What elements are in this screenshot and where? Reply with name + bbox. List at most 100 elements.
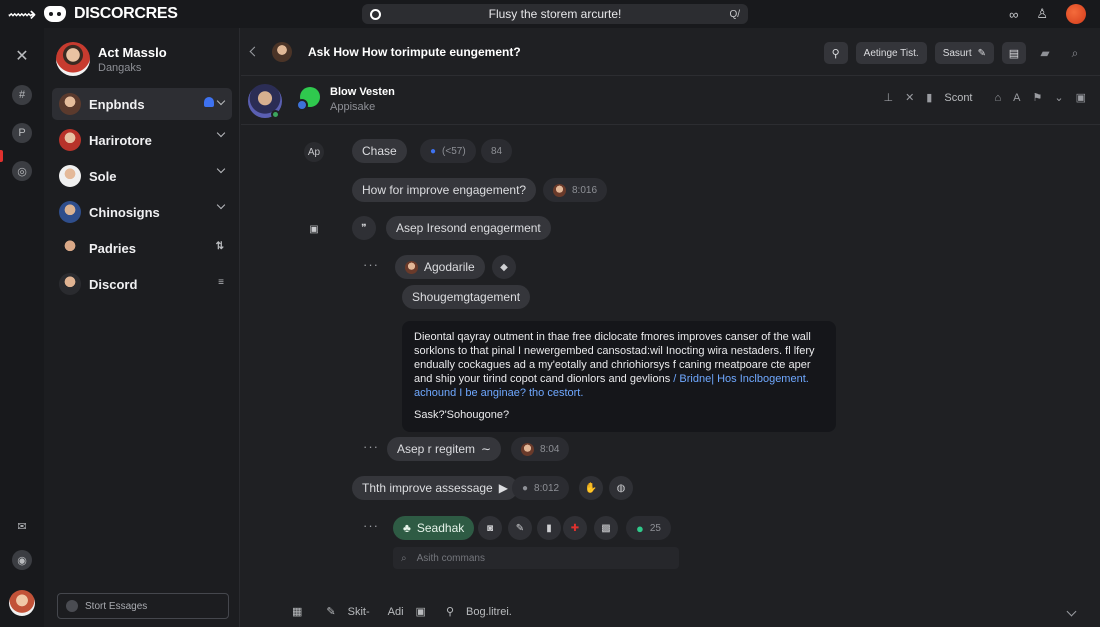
start-messages-box[interactable]: Stort Essages bbox=[57, 593, 229, 619]
chart-icon[interactable]: ▮ bbox=[537, 516, 561, 540]
headset-icon[interactable]: ◎ bbox=[12, 161, 32, 181]
blog-button[interactable]: Bog.litrei. bbox=[466, 606, 512, 618]
profile-avatar[interactable] bbox=[1066, 4, 1086, 24]
close-icon[interactable]: ✕ bbox=[905, 91, 914, 104]
user-status: Dangaks bbox=[98, 61, 142, 74]
pin-icon: ⚲ bbox=[445, 606, 454, 618]
improve-chip[interactable]: Thth improve assessage ▶ bbox=[352, 476, 518, 500]
link-icon[interactable]: ∞ bbox=[1009, 7, 1018, 22]
back-icon[interactable] bbox=[249, 46, 260, 57]
chevron-down-icon bbox=[216, 200, 226, 210]
channel-label: Sole bbox=[89, 168, 117, 184]
channel-item-sole[interactable]: Sole bbox=[52, 160, 232, 192]
channel-avatar bbox=[59, 237, 81, 259]
bubble-signature: Sask?'Sohougone? bbox=[414, 409, 510, 421]
feedback-label: Seadhak bbox=[416, 521, 465, 535]
channel-item-padries[interactable]: Padries ⇅ bbox=[52, 232, 232, 264]
chevron-down-icon bbox=[216, 96, 226, 105]
channel-item-discord[interactable]: Discord ≡ bbox=[52, 268, 232, 300]
bubble-link[interactable]: / Bridne| Hos Inclbogement. bbox=[673, 373, 809, 385]
channel-avatar bbox=[59, 93, 81, 115]
rail-user-avatar[interactable] bbox=[9, 590, 35, 616]
image-icon[interactable]: ▣ bbox=[416, 605, 426, 618]
search-bar[interactable]: Flusy the storem arcurte! Q/ bbox=[362, 4, 748, 24]
more-icon[interactable]: ··· bbox=[363, 257, 379, 272]
pen-icon[interactable]: ✎ bbox=[508, 516, 532, 540]
user-icon[interactable]: ♙ bbox=[1036, 6, 1048, 22]
menu-icon: ≡ bbox=[218, 277, 224, 288]
channel-item-chinosigns[interactable]: Chinosigns bbox=[52, 196, 232, 228]
question-chip[interactable]: How for improve engagement? bbox=[352, 178, 537, 202]
add-icon[interactable]: ✚ bbox=[563, 516, 587, 540]
chase-label: Chase bbox=[362, 144, 397, 158]
adi-button[interactable]: Adi bbox=[388, 606, 404, 618]
user-header[interactable]: Act Masslo Dangaks bbox=[56, 42, 167, 76]
thumbs-icon[interactable]: ✋ bbox=[579, 476, 603, 500]
chase-meta-chip[interactable]: ● (<57) bbox=[420, 139, 476, 163]
settings-list-button[interactable]: Aetinge Tist. bbox=[855, 42, 927, 64]
more-icon[interactable]: ··· bbox=[363, 439, 379, 454]
count: 25 bbox=[649, 522, 661, 534]
font-icon[interactable]: A bbox=[1013, 92, 1020, 104]
bubble-link[interactable]: achound I be anginae? tho cestort. bbox=[414, 386, 824, 400]
mic-icon[interactable]: ▮ bbox=[926, 91, 932, 104]
regitem-chip[interactable]: Asep r regitem ∼ bbox=[387, 437, 502, 461]
globe-icon[interactable]: ◉ bbox=[12, 550, 32, 570]
flag-icon[interactable]: ⚑ bbox=[1033, 91, 1043, 104]
more-icon[interactable]: ··· bbox=[363, 518, 379, 533]
channel-avatar bbox=[59, 201, 81, 223]
thread-subheader: Blow Vesten Appisake ⊥ ✕ ▮ Scont ⌂ A ⚑ ⌄… bbox=[241, 77, 1100, 125]
grid-icon[interactable]: # bbox=[12, 85, 32, 105]
image-icon[interactable]: ▩ bbox=[594, 516, 618, 540]
chase-meta: (<57) bbox=[442, 145, 466, 157]
pen-icon: ✎ bbox=[326, 606, 336, 618]
shoug-chip[interactable]: Shougemgtagement bbox=[402, 285, 531, 309]
home-icon[interactable]: ⌂ bbox=[995, 92, 1002, 104]
shoug-label: Shougemgtagement bbox=[412, 290, 521, 304]
app-logo-icon[interactable]: ⟿ bbox=[0, 2, 44, 27]
question-time: 8:016 bbox=[572, 184, 598, 196]
channel-item-harirotore[interactable]: Harirotore bbox=[52, 124, 232, 156]
channel-trail: ≡ bbox=[218, 277, 224, 288]
search-icon[interactable]: ⌕ bbox=[1064, 42, 1086, 64]
unread-indicator bbox=[0, 150, 3, 162]
channel-label: Padries bbox=[89, 240, 136, 256]
search-icon bbox=[370, 8, 381, 20]
camera-icon[interactable]: ◙ bbox=[478, 516, 502, 540]
document-icon[interactable]: ▤ bbox=[1002, 42, 1026, 64]
p-icon[interactable]: P bbox=[12, 123, 32, 143]
pin-icon: ● bbox=[430, 145, 437, 157]
pin-icon[interactable]: ⊥ bbox=[883, 91, 893, 104]
support-button[interactable]: Sasurt ✎ bbox=[934, 42, 994, 64]
globe-icon[interactable]: ◍ bbox=[609, 476, 633, 500]
agodarile-chip[interactable]: Agodarile bbox=[395, 255, 485, 279]
table-icon[interactable]: ▦ bbox=[292, 605, 302, 618]
share-icon[interactable]: ⚲ bbox=[823, 42, 848, 64]
chevron-down-icon[interactable]: ⌄ bbox=[1054, 91, 1063, 104]
folder-icon[interactable]: ▰ bbox=[1034, 42, 1056, 64]
feedback-chip[interactable]: ♣ Seadhak bbox=[393, 516, 475, 540]
scont-button[interactable]: Scont bbox=[944, 92, 972, 104]
channel-label: Discord bbox=[89, 276, 138, 292]
mail-icon[interactable]: ✉ bbox=[12, 516, 32, 536]
people-icon: ♣ bbox=[403, 521, 411, 535]
respond-chip[interactable]: Asep Iresond engagerment bbox=[386, 216, 551, 240]
user-name: Act Masslo bbox=[98, 44, 167, 60]
edit-icon: ✎ bbox=[977, 47, 986, 59]
search-shortcut: Q/ bbox=[729, 8, 740, 20]
brand-name: DISCORCRES bbox=[74, 5, 178, 22]
channel-trail bbox=[204, 96, 226, 107]
quote-icon[interactable]: ❞ bbox=[352, 216, 376, 240]
chase-chip[interactable]: Chase bbox=[352, 139, 407, 163]
brand: DISCORCRES bbox=[44, 5, 178, 23]
reply-placeholder: Asith commans bbox=[416, 552, 485, 564]
tools-icon[interactable]: ✕ bbox=[12, 46, 32, 66]
caption-icon[interactable]: ▣ bbox=[1076, 91, 1086, 104]
channel-item-enpbnds[interactable]: Enpbnds bbox=[52, 88, 232, 120]
search-text: Flusy the storem arcurte! bbox=[488, 7, 622, 21]
diamond-icon[interactable]: ◆ bbox=[492, 255, 516, 279]
video-icon[interactable]: ▣ bbox=[304, 219, 324, 239]
reply-input[interactable]: ⌕ Asith commans bbox=[393, 547, 679, 569]
chat-icon bbox=[66, 600, 78, 612]
skit-button[interactable]: Skit- bbox=[348, 606, 370, 618]
